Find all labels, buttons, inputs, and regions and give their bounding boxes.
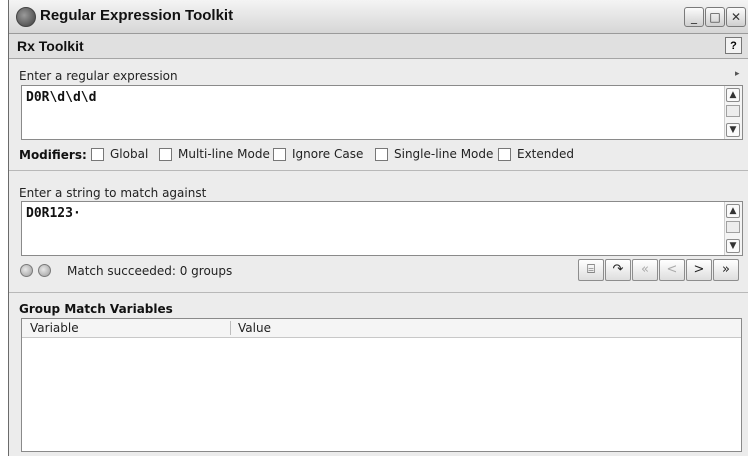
scroll-up-icon[interactable]: ▲ <box>726 88 740 102</box>
status-indicator-icon <box>20 264 33 277</box>
match-status: Match succeeded: 0 groups <box>67 264 233 278</box>
column-header-value[interactable]: Value <box>238 321 271 335</box>
column-divider[interactable] <box>230 321 231 335</box>
scroll-up-icon[interactable]: ▲ <box>726 204 740 218</box>
modifier-extended-label: Extended <box>517 147 574 161</box>
regex-input[interactable]: D0R\d\d\d ▲ ▼ <box>21 85 743 140</box>
column-header-variable[interactable]: Variable <box>30 321 79 335</box>
panel-header: Rx Toolkit ? <box>9 34 748 59</box>
match-scrollbar[interactable]: ▲ ▼ <box>724 202 742 255</box>
checkbox-ignore-case[interactable] <box>273 147 286 161</box>
title-bar: Regular Expression Toolkit _ □ ✕ <box>9 0 748 34</box>
scroll-down-icon[interactable]: ▼ <box>726 123 740 137</box>
close-button[interactable]: ✕ <box>726 7 746 27</box>
app-window: Regular Expression Toolkit _ □ ✕ Rx Tool… <box>8 0 748 456</box>
checkbox-multiline[interactable] <box>159 147 172 161</box>
last-match-button[interactable]: » <box>713 259 739 281</box>
match-string-label: Enter a string to match against <box>19 186 207 200</box>
window-title: Regular Expression Toolkit <box>40 7 234 24</box>
modifier-single-line[interactable]: Single-line Mode <box>375 147 493 161</box>
status-indicator-icon <box>38 264 51 277</box>
regex-menu-arrow-icon[interactable]: ▸ <box>735 69 740 79</box>
previous-match-button[interactable]: < <box>659 259 685 281</box>
modifier-global[interactable]: Global <box>91 147 148 161</box>
replace-button[interactable]: ↷ <box>605 259 631 281</box>
open-folder-button[interactable]: ⌸ <box>578 259 604 281</box>
regex-input-value: D0R\d\d\d <box>26 90 97 105</box>
regex-scrollbar[interactable]: ▲ ▼ <box>724 86 742 139</box>
help-button[interactable]: ? <box>725 37 742 54</box>
modifier-multiline[interactable]: Multi-line Mode <box>159 147 270 161</box>
section-divider <box>9 292 748 293</box>
group-match-table: Variable Value <box>21 318 742 452</box>
section-divider <box>9 170 748 171</box>
modifier-ignore-case-label: Ignore Case <box>292 147 364 161</box>
scroll-down-icon[interactable]: ▼ <box>726 239 740 253</box>
panel-title: Rx Toolkit <box>17 38 84 54</box>
checkbox-global[interactable] <box>91 147 104 161</box>
table-header: Variable Value <box>22 319 741 338</box>
app-icon <box>16 7 36 27</box>
modifier-extended[interactable]: Extended <box>498 147 574 161</box>
scroll-thumb[interactable] <box>726 105 740 117</box>
modifier-multiline-label: Multi-line Mode <box>178 147 270 161</box>
minimize-button[interactable]: _ <box>684 7 704 27</box>
modifier-single-line-label: Single-line Mode <box>394 147 494 161</box>
modifiers-label: Modifiers: <box>19 148 87 162</box>
match-string-input[interactable]: D0R123· ▲ ▼ <box>21 201 743 256</box>
modifier-ignore-case[interactable]: Ignore Case <box>273 147 363 161</box>
first-match-button[interactable]: « <box>632 259 658 281</box>
checkbox-extended[interactable] <box>498 147 511 161</box>
modifier-global-label: Global <box>110 147 149 161</box>
checkbox-single-line[interactable] <box>375 147 388 161</box>
match-string-value: D0R123· <box>26 206 81 221</box>
scroll-thumb[interactable] <box>726 221 740 233</box>
next-match-button[interactable]: > <box>686 259 712 281</box>
regex-label: Enter a regular expression <box>19 69 178 83</box>
group-match-title: Group Match Variables <box>19 302 173 316</box>
maximize-button[interactable]: □ <box>705 7 725 27</box>
